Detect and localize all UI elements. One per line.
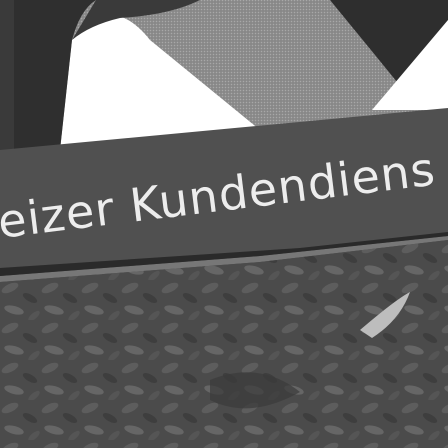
photo-canvas: eizer Kundendiens	[0, 0, 448, 448]
frame-left	[0, 0, 14, 150]
photo-scene: eizer Kundendiens	[0, 0, 448, 448]
